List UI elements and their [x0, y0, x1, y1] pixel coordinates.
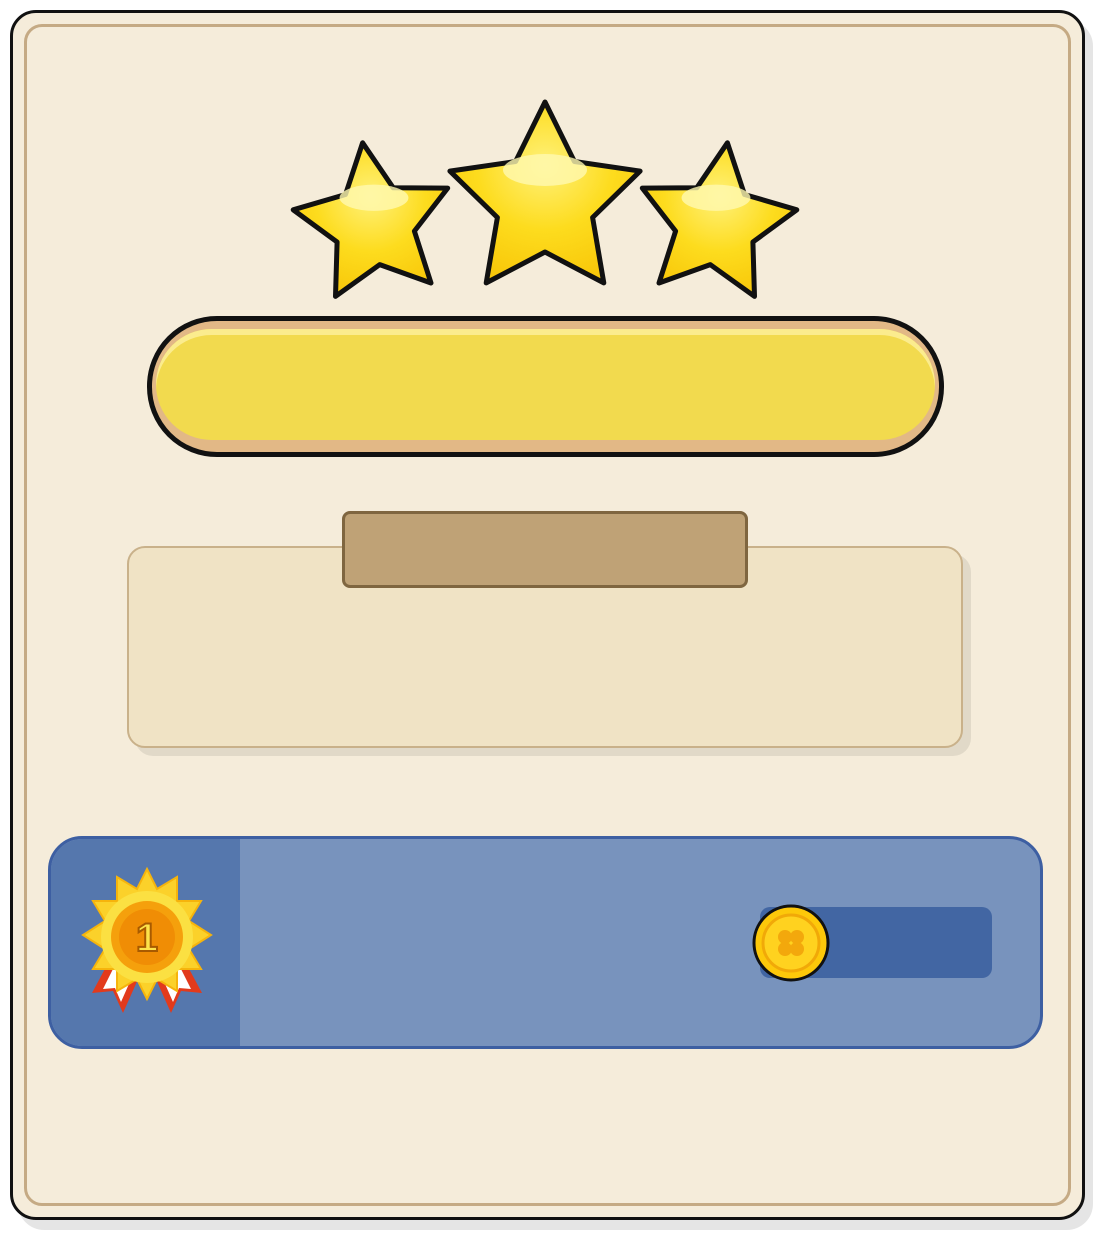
star-icon — [639, 140, 800, 299]
star-rating — [290, 99, 800, 299]
rank-badge-area: 1 — [51, 839, 240, 1046]
medal-icon: 1 — [81, 866, 213, 1013]
star-highlight — [503, 154, 587, 186]
star-icon — [290, 140, 451, 299]
star-icon — [447, 99, 643, 286]
level-progress-bar — [147, 316, 944, 457]
info-panel-tab — [342, 511, 748, 588]
clover-coin-icon — [752, 904, 830, 982]
info-panel-title — [345, 514, 745, 585]
progress-label — [152, 321, 939, 452]
rank-number: 1 — [136, 916, 158, 960]
player-name — [261, 839, 741, 1046]
coin-amount — [830, 907, 980, 978]
star-highlight — [339, 184, 409, 211]
star-highlight — [681, 184, 751, 211]
info-text — [129, 578, 961, 746]
